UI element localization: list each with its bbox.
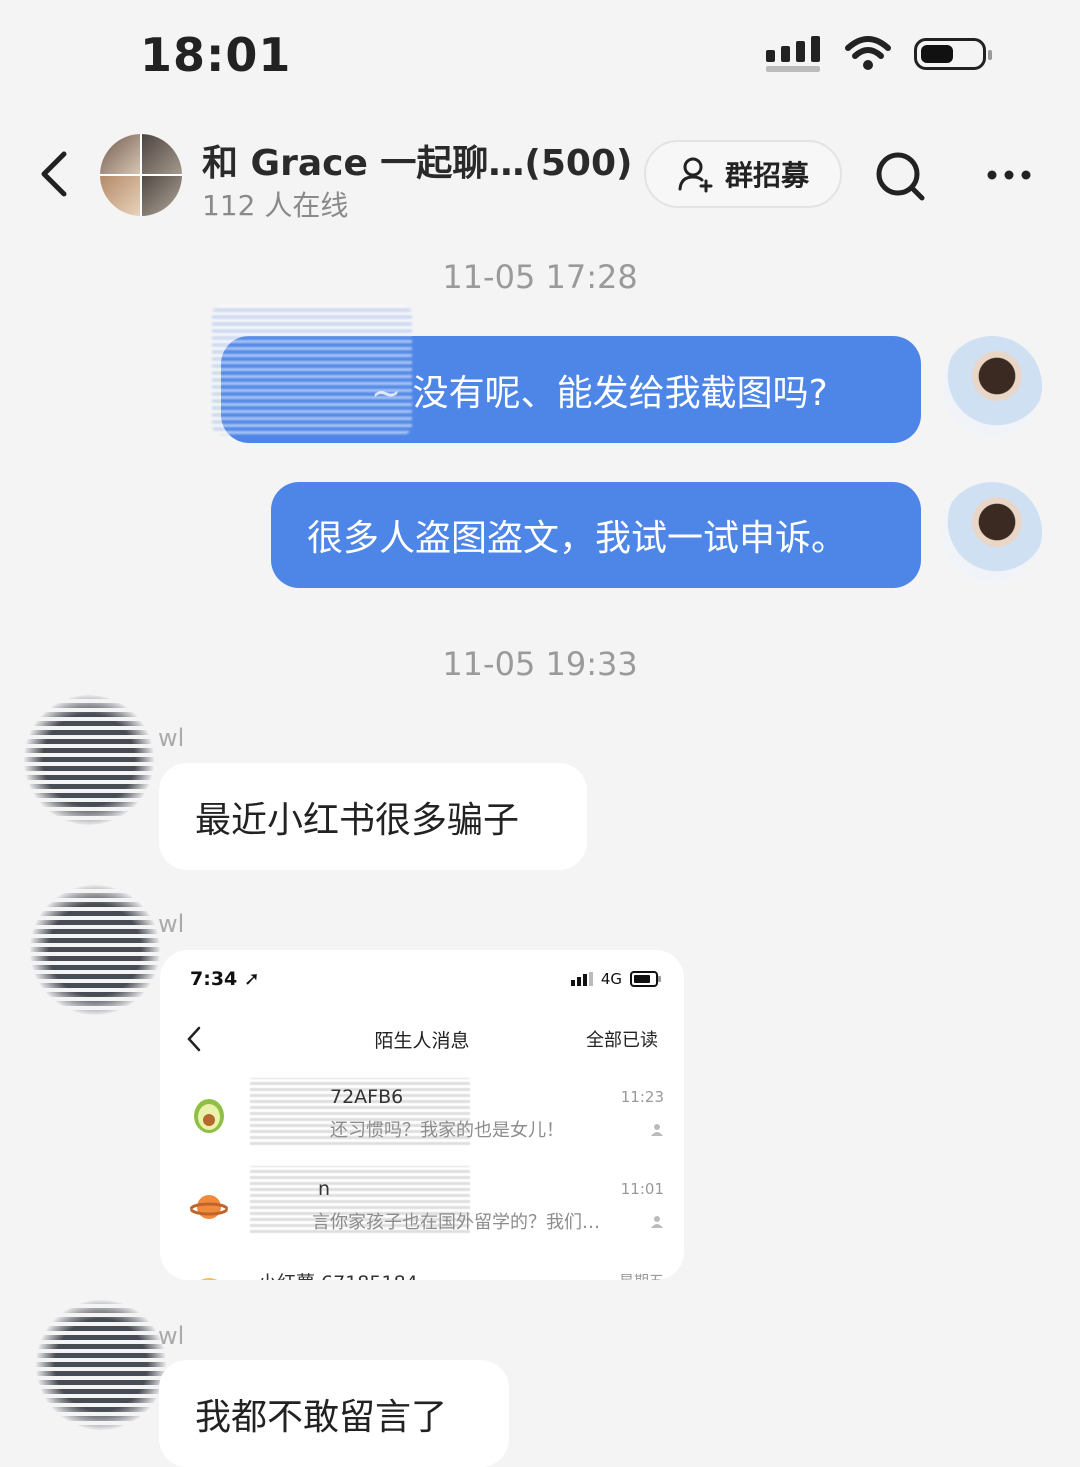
list-item: 小红薯 67185184 星期五 [160,1260,684,1280]
battery-icon [914,38,992,70]
status-icons [766,36,992,72]
incoming-message[interactable]: 最近小红书很多骗子 [159,763,587,870]
contact-name: n [318,1178,331,1200]
signal-icon [766,36,820,72]
message-text: 最近小红书很多骗子 [195,799,520,841]
person-icon [651,1216,663,1228]
sender-name: wl [158,1322,185,1350]
message-preview: 还习惯吗？我家的也是女儿！ [330,1120,564,1141]
sender-avatar[interactable] [30,885,160,1015]
contact-avatar [190,1278,228,1280]
message-text: 我都不敢留言了 [195,1396,448,1438]
outgoing-message[interactable]: 很多人盗图盗文，我试一试申诉。 [271,482,921,588]
message-text: ~ 没有呢、能发给我截图吗? [371,372,828,414]
message-time: 星期五 [619,1270,664,1280]
my-avatar[interactable] [942,482,1042,582]
list-item: n 言你家孩子也在国外留学的？我们… 11:01 [160,1166,684,1260]
person-icon [651,1124,663,1136]
status-time: 18:01 [140,28,292,82]
back-arrow-icon[interactable] [30,146,80,202]
contact-name: 小红薯 67185184 [258,1268,418,1280]
battery-icon [630,971,661,987]
more-options-icon[interactable] [984,160,1034,190]
message-text: 很多人盗图盗文，我试一试申诉。 [307,518,848,559]
message-time: 11:23 [620,1088,664,1106]
read-all-label: 全部已读 [586,1030,658,1051]
sender-avatar[interactable] [24,695,154,825]
chat-header: 和 Grace 一起聊…(500) 112 人在线 群招募 [0,120,1080,230]
contact-name: 72AFB6 [330,1086,404,1108]
group-avatar[interactable] [100,134,182,216]
sender-avatar[interactable] [36,1300,166,1430]
group-title[interactable]: 和 Grace 一起聊…(500) [202,134,632,186]
signal-icon [570,972,593,986]
screenshot-status-icons: 4G [570,970,662,988]
sender-name: wl [158,724,185,752]
online-count: 112 人在线 [202,189,349,222]
recruit-label: 群招募 [724,159,809,192]
search-icon[interactable] [872,148,928,204]
planet-icon [190,1195,228,1219]
network-label: 4G [600,970,622,988]
sender-name: wl [158,910,185,938]
avocado-icon [194,1099,224,1133]
timestamp: 11-05 17:28 [442,258,638,296]
message-preview: 言你家孩子也在国外留学的？我们… [312,1212,600,1233]
wifi-icon [845,36,891,70]
add-person-icon [678,157,713,193]
screenshot-time: 7:34 ➚ [190,968,260,990]
image-message[interactable]: 7:34 ➚ 4G 陌生人消息 全部已读 72AFB6 还习惯吗？我家的也是女儿… [160,950,684,1280]
my-avatar[interactable] [942,336,1042,436]
timestamp: 11-05 19:33 [442,645,638,683]
blurred-mention [212,305,412,435]
message-time: 11:01 [620,1180,664,1198]
incoming-message[interactable]: 我都不敢留言了 [159,1360,509,1467]
group-recruit-button[interactable]: 群招募 [644,140,842,208]
list-item: 72AFB6 还习惯吗？我家的也是女儿！ 11:23 [160,1078,684,1168]
